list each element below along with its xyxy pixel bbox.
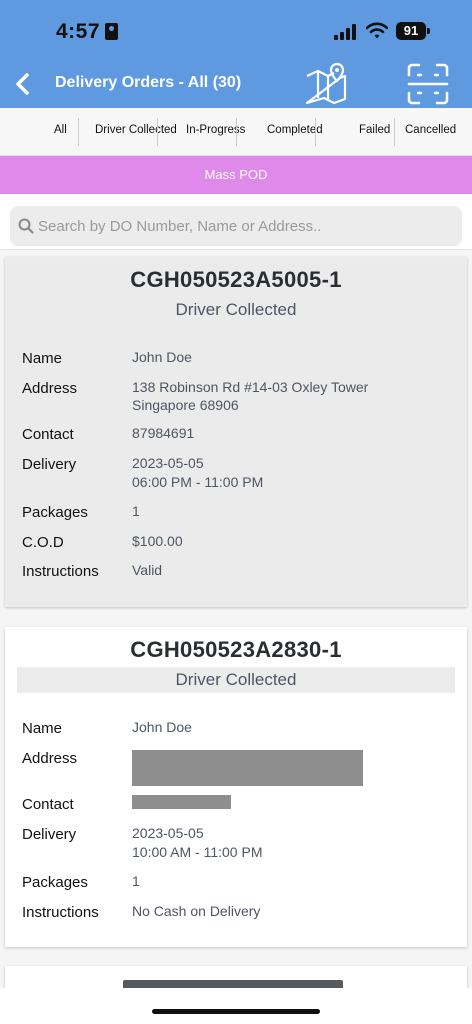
order-status: Driver Collected bbox=[175, 300, 297, 319]
name-value: John Doe bbox=[132, 719, 192, 735]
home-indicator[interactable] bbox=[152, 1009, 320, 1014]
filter-tabs: All Driver Collected In-Progress Complet… bbox=[0, 108, 472, 156]
do-number: CGH050523A5005-1 bbox=[130, 267, 342, 292]
instructions-value: No Cash on Delivery bbox=[132, 903, 261, 919]
page-title: Delivery Orders - All (30) bbox=[55, 74, 242, 91]
tab-driver-collected[interactable]: Driver Collected bbox=[95, 124, 177, 136]
battery-level: 91 bbox=[396, 22, 426, 40]
name-label: Name bbox=[22, 720, 63, 737]
cod-value: $100.00 bbox=[132, 533, 183, 549]
instructions-label: Instructions bbox=[22, 563, 99, 580]
tab-failed[interactable]: Failed bbox=[359, 124, 390, 136]
battery-icon: 91 bbox=[396, 22, 430, 40]
contact-label: Contact bbox=[22, 426, 74, 443]
search-icon bbox=[18, 218, 34, 234]
packages-value: 1 bbox=[132, 503, 140, 519]
nav-bar: Delivery Orders - All (30) bbox=[0, 62, 472, 106]
map-pin-icon[interactable] bbox=[304, 62, 348, 104]
delivery-label: Delivery bbox=[22, 826, 77, 843]
tab-cancelled[interactable]: Cancelled bbox=[405, 124, 456, 136]
scan-icon[interactable] bbox=[406, 62, 450, 106]
contact-label: Contact bbox=[22, 796, 74, 813]
redacted-contact bbox=[132, 795, 231, 809]
search-bar bbox=[0, 194, 472, 250]
search-input[interactable] bbox=[38, 206, 448, 246]
delivery-date: 2023-05-05 bbox=[132, 455, 204, 471]
redacted-address bbox=[132, 750, 363, 786]
packages-label: Packages bbox=[22, 504, 88, 521]
address-line1: 138 Robinson Rd #14-03 Oxley Tower bbox=[132, 379, 369, 395]
search-box bbox=[10, 206, 462, 246]
name-label: Name bbox=[22, 350, 63, 367]
status-time: 4:57 bbox=[56, 20, 119, 44]
instructions-label: Instructions bbox=[22, 904, 99, 921]
address-line2: Singapore 68906 bbox=[132, 397, 239, 413]
bottom-safe-area bbox=[0, 988, 472, 1024]
delivery-date: 2023-05-05 bbox=[132, 825, 204, 841]
status-bar: 4:57 91 bbox=[0, 0, 472, 62]
address-label: Address bbox=[22, 380, 78, 397]
instructions-value: Valid bbox=[132, 562, 163, 578]
do-number: CGH050523A2830-1 bbox=[130, 637, 342, 662]
packages-label: Packages bbox=[22, 874, 88, 891]
back-arrow-icon[interactable] bbox=[10, 66, 38, 102]
tab-all[interactable]: All bbox=[54, 124, 67, 136]
delivery-window: 10:00 AM - 11:00 PM bbox=[132, 844, 263, 860]
mass-pod-button[interactable]: Mass POD bbox=[0, 156, 472, 194]
person-icon bbox=[105, 23, 119, 40]
cod-label: C.O.D bbox=[22, 534, 64, 551]
name-value: John Doe bbox=[132, 349, 192, 365]
order-card[interactable]: CGH050523A2830-1 Driver Collected Name J… bbox=[5, 627, 467, 947]
order-card[interactable]: CGH050523A5005-1 Driver Collected Name J… bbox=[5, 257, 467, 607]
delivery-window: 06:00 PM - 11:00 PM bbox=[132, 474, 264, 490]
time-text: 4:57 bbox=[56, 20, 101, 43]
signal-icon bbox=[334, 24, 358, 40]
wifi-icon bbox=[366, 22, 388, 39]
contact-value: 87984691 bbox=[132, 425, 195, 441]
delivery-label: Delivery bbox=[22, 456, 77, 473]
address-label: Address bbox=[22, 750, 78, 767]
top-header: 4:57 91 Delivery Orders - All (30) bbox=[0, 0, 472, 108]
packages-value: 1 bbox=[132, 873, 140, 889]
order-status: Driver Collected bbox=[17, 667, 455, 693]
